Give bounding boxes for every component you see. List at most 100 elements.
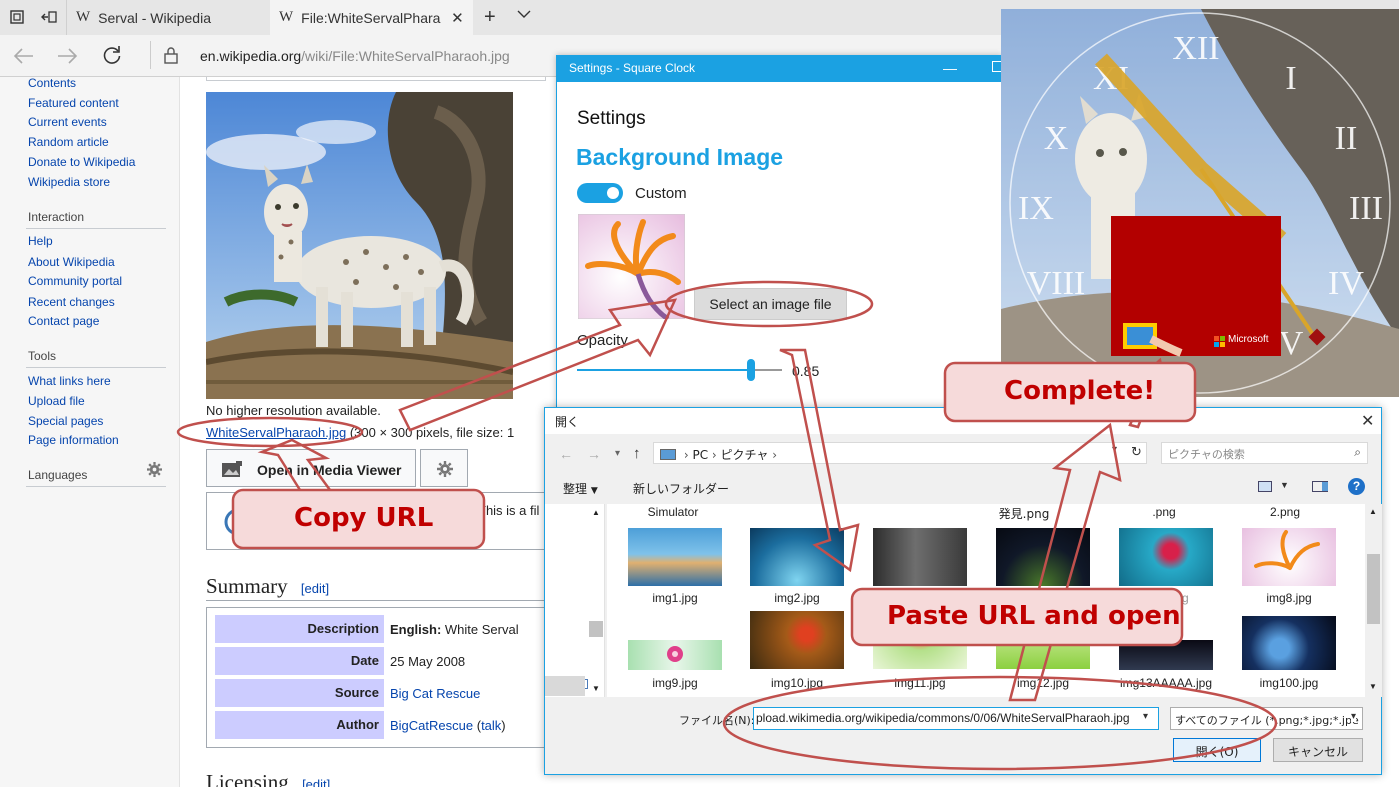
sidebar-item-donate[interactable]: Donate to Wikipedia: [28, 155, 135, 169]
dialog-back-icon[interactable]: ←: [559, 446, 573, 462]
scroll-down-icon[interactable]: ▼: [1369, 682, 1377, 691]
infobox-source-link[interactable]: Big Cat Rescue: [390, 686, 480, 701]
infobox-author-link[interactable]: BigCatRescue: [390, 718, 473, 733]
breadcrumb-pc[interactable]: PC: [692, 448, 708, 462]
tab-preview-chevron-icon[interactable]: [517, 9, 531, 19]
view-options-icon[interactable]: [1258, 481, 1272, 492]
tab-serval[interactable]: W Serval - Wikipedia: [66, 0, 270, 35]
view-dropdown-icon[interactable]: ▼: [1280, 480, 1289, 490]
file-label-img10[interactable]: img10.jpg: [737, 676, 857, 690]
sidebar-item-page-info[interactable]: Page information: [28, 433, 119, 447]
recent-locations-icon[interactable]: ▾: [615, 448, 620, 459]
nav-scroll-thumb[interactable]: [589, 621, 603, 637]
serval-image[interactable]: [206, 92, 513, 399]
custom-toggle[interactable]: [577, 183, 623, 203]
file-thumb-img8[interactable]: [1242, 528, 1336, 586]
gear-icon[interactable]: [147, 462, 162, 477]
wikipedia-favicon-icon: W: [279, 9, 294, 25]
file-thumb-img13[interactable]: [1119, 640, 1213, 670]
file-label-discovery[interactable]: 発見.png: [964, 505, 1084, 522]
file-name-link[interactable]: WhiteServalPharaoh.jpg: [206, 425, 346, 440]
sidebar-heading-languages: Languages: [28, 468, 88, 482]
file-list-scrollbar[interactable]: ▲ ▼: [1365, 504, 1382, 697]
scroll-down-icon[interactable]: ▼: [592, 684, 600, 693]
folder-label-simulator[interactable]: Simulator: [613, 505, 733, 519]
edit-summary-link[interactable]: [edit]: [301, 581, 329, 596]
opacity-slider-thumb[interactable]: [747, 359, 755, 381]
summary-heading-text: Summary: [206, 574, 288, 598]
dialog-cancel-button[interactable]: キャンセル: [1273, 738, 1363, 762]
file-thumb-img1[interactable]: [628, 528, 722, 586]
back-icon[interactable]: [12, 47, 34, 65]
filename-history-icon[interactable]: ▾: [1143, 711, 1148, 722]
dialog-refresh-icon[interactable]: ↻: [1131, 444, 1142, 460]
refresh-icon[interactable]: [102, 45, 122, 65]
chevron-down-icon[interactable]: ▾: [1351, 711, 1357, 722]
sidebar-item-current-events[interactable]: Current events: [28, 115, 107, 129]
open-media-viewer-button[interactable]: Open in Media Viewer: [206, 449, 416, 487]
url-field[interactable]: en.wikipedia.org/wiki/File:WhiteServalPh…: [200, 48, 510, 64]
nav-pane-scrollbar[interactable]: ▲ ▼: [589, 504, 603, 697]
file-label-img9[interactable]: img9.jpg: [615, 676, 735, 690]
file-thumb-img9[interactable]: [628, 640, 722, 670]
sidebar-item-help[interactable]: Help: [28, 234, 53, 248]
sidebar-item-featured[interactable]: Featured content: [28, 96, 119, 110]
sidebar-item-random[interactable]: Random article: [28, 135, 109, 149]
up-folder-icon[interactable]: ↑: [633, 445, 641, 462]
infobox-date-value: 25 May 2008: [390, 654, 466, 669]
select-image-file-button[interactable]: Select an image file: [694, 288, 847, 320]
media-viewer-settings-button[interactable]: [420, 449, 468, 487]
dialog-open-button[interactable]: 開く(O): [1173, 738, 1261, 762]
new-folder-button[interactable]: 新しいフォルダー: [633, 480, 729, 497]
preview-pane-icon[interactable]: [1312, 481, 1328, 492]
sidebar-item-community[interactable]: Community portal: [28, 274, 122, 288]
file-label-img12[interactable]: img12.jpg: [983, 676, 1103, 690]
file-label-img13[interactable]: img13AAAAA.jpg: [1106, 676, 1226, 690]
set-aside-tabs-icon[interactable]: [41, 10, 57, 24]
infobox-talk-link[interactable]: talk: [481, 718, 501, 733]
svg-text:IX: IX: [1018, 190, 1054, 227]
sidebar-item-special-pages[interactable]: Special pages: [28, 414, 103, 428]
file-label-partial[interactable]: .png: [1104, 505, 1224, 519]
file-label-img8[interactable]: img8.jpg: [1229, 591, 1349, 605]
minimize-icon[interactable]: —: [943, 60, 957, 76]
organize-menu[interactable]: 整理 ▼: [563, 480, 598, 497]
filename-input[interactable]: pload.wikimedia.org/wikipedia/commons/0/…: [753, 707, 1159, 730]
file-label-img2[interactable]: img2.jpg: [737, 591, 857, 605]
file-scroll-thumb[interactable]: [1367, 554, 1380, 624]
scroll-up-icon[interactable]: ▲: [592, 508, 600, 517]
dialog-forward-icon[interactable]: →: [587, 446, 601, 462]
dialog-breadcrumb[interactable]: › PC › ピクチャ ›: [653, 442, 1147, 464]
file-thumb-img3[interactable]: [873, 528, 967, 586]
file-label-img11[interactable]: img11.jpg: [860, 676, 980, 690]
file-label-img1[interactable]: img1.jpg: [615, 591, 735, 605]
filetype-select[interactable]: すべてのファイル (*.png;*.jpg;*.jpe: [1170, 707, 1363, 730]
sidebar-item-contents[interactable]: Contents: [28, 76, 76, 90]
file-thumb-img7[interactable]: [1119, 528, 1213, 586]
tab-close-icon[interactable]: ✕: [451, 9, 464, 27]
file-label-2png[interactable]: 2.png: [1225, 505, 1345, 519]
sidebar-item-upload-file[interactable]: Upload file: [28, 394, 85, 408]
new-tab-icon[interactable]: +: [484, 6, 496, 29]
sidebar-item-what-links-here[interactable]: What links here: [28, 374, 111, 388]
tab-file-page[interactable]: W File:WhiteServalPharaoh.jpg ✕: [270, 0, 473, 35]
file-thumb-img2[interactable]: [750, 528, 844, 586]
dialog-close-icon[interactable]: ✕: [1361, 411, 1374, 431]
breadcrumb-pictures[interactable]: ピクチャ: [721, 448, 769, 462]
tab-list-icon[interactable]: [10, 10, 24, 24]
help-icon[interactable]: ?: [1348, 478, 1365, 495]
file-thumb-img4[interactable]: [996, 528, 1090, 586]
forward-icon[interactable]: [57, 47, 79, 65]
sidebar-item-about[interactable]: About Wikipedia: [28, 255, 115, 269]
file-thumb-img100[interactable]: [1242, 616, 1336, 670]
opacity-slider-track[interactable]: [577, 359, 782, 381]
file-label-img100[interactable]: img100.jpg: [1229, 676, 1349, 690]
edit-licensing-link[interactable]: [edit]: [302, 777, 330, 787]
sidebar-item-store[interactable]: Wikipedia store: [28, 175, 110, 189]
sidebar-item-recent-changes[interactable]: Recent changes: [28, 295, 115, 309]
file-thumb-img10[interactable]: [750, 611, 844, 669]
breadcrumb-dropdown-icon[interactable]: ▾: [1112, 444, 1117, 455]
scroll-up-icon[interactable]: ▲: [1369, 507, 1377, 516]
dialog-search-input[interactable]: ピクチャの検索 ⌕: [1161, 442, 1368, 464]
sidebar-item-contact[interactable]: Contact page: [28, 314, 99, 328]
